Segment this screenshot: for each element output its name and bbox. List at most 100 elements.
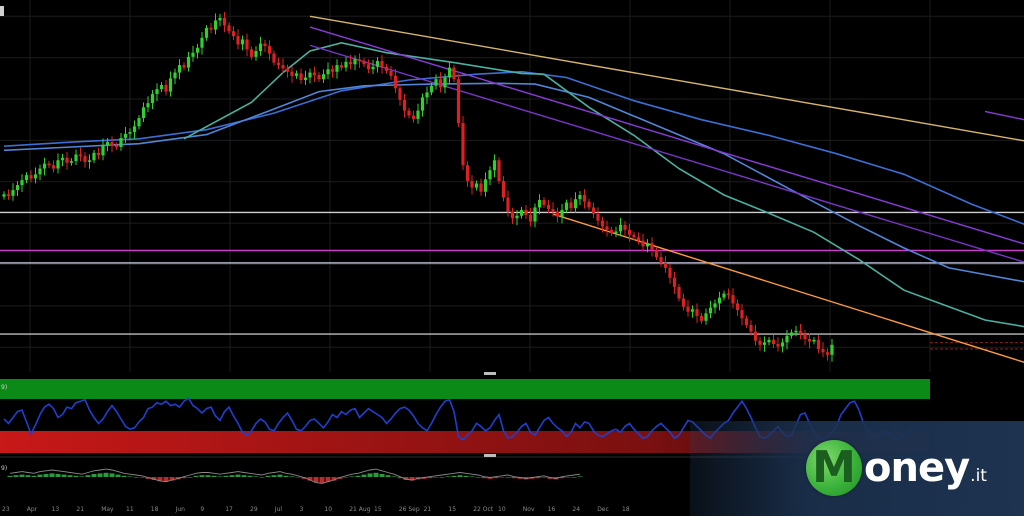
candle-body [524,209,528,215]
candle-body [195,47,200,53]
candle-body [371,66,375,70]
candle-body [209,27,213,30]
candle-body [47,163,51,166]
candle-body [429,85,434,93]
candle-body [443,77,447,88]
candle-body [564,202,569,210]
candle-body [227,25,231,32]
histogram-bar [61,474,67,477]
x-tick-label: Apr [27,506,38,513]
candle-body [398,88,402,100]
candle-body [699,315,704,321]
candle-body [200,37,204,48]
histogram-bar [187,477,193,478]
candle-body [596,214,600,221]
candle-body [204,27,209,38]
candle-body [744,318,749,325]
x-tick-label: 21 Aug [349,506,370,513]
candle-body [488,170,492,180]
candle-body [173,72,177,79]
histogram-bar [457,475,463,477]
candle-body [690,309,695,312]
x-tick-label: 17 [225,506,233,513]
candle-body [38,168,42,175]
candle-body [303,77,308,80]
x-tick-label: 13 [52,506,60,513]
histogram-bar [355,475,361,477]
candle-body [533,207,537,222]
candle-body [339,65,344,68]
candle-body [213,20,218,30]
candle-body [132,126,137,133]
x-tick-label: 21 [76,506,84,513]
candle-body [299,73,303,80]
candle-body [654,249,659,258]
candle-body [519,209,524,216]
candle-body [51,165,56,169]
candle-body [402,99,407,111]
candle-body [267,46,272,54]
candle-body [812,339,816,342]
histogram-bar [439,477,445,478]
histogram-bar [577,476,583,477]
candle-body [29,175,33,179]
candle-body [258,43,263,52]
candle-body [546,204,551,210]
candle-body [272,53,276,63]
candle-body [150,94,155,104]
logo-badge: M [806,440,862,496]
x-tick-label: Nov [523,506,535,513]
histogram-bar [451,475,457,477]
candle-body [510,211,515,219]
candle-body [645,243,650,247]
candle-body [740,310,744,319]
histogram-bar [241,475,247,477]
histogram-bar [271,475,277,477]
histogram-bar [259,477,265,478]
candle-body [627,229,632,235]
x-tick-label: Jun [175,506,186,513]
histogram-bar [295,477,301,478]
histogram-bar [91,474,97,477]
candle-body [465,165,470,181]
candle-body [182,65,186,68]
histogram-bar [565,477,571,478]
candle-body [731,295,735,304]
candle-body [155,89,159,95]
candle-body [96,152,101,156]
histogram-bar [139,477,145,478]
x-tick-label: 24 [572,506,580,513]
histogram-bar [211,475,217,477]
candle-body [695,309,699,316]
histogram-bar [277,474,283,477]
x-tick-label: 26 Sep [399,506,420,513]
histogram-bar [121,475,127,477]
pane-splitter-handle-lower[interactable] [484,454,496,457]
candle-body [137,118,141,127]
candle-body [146,103,150,108]
candle-body [663,262,668,268]
candle-body [114,145,119,148]
candle-body [771,339,776,344]
candle-body [119,137,123,148]
histogram-bar [289,476,295,477]
candle-body [551,209,555,212]
candle-body [425,92,429,98]
histogram-bar [73,475,79,477]
candle-body [474,183,479,188]
candle-body [74,154,78,162]
oscillator-overbought-band [0,379,930,399]
x-tick-label: 9 [200,506,204,513]
candle-body [375,60,380,67]
pane-splitter-handle[interactable] [484,372,496,375]
candle-body [461,123,465,166]
histogram-bar [217,476,223,477]
candle-body [479,183,483,192]
candle-body [762,342,767,345]
histogram-bar [343,477,349,478]
candle-body [807,339,812,342]
candle-body [384,66,389,71]
candle-body [186,56,191,68]
histogram-bar [475,477,481,478]
candle-body [821,348,825,353]
